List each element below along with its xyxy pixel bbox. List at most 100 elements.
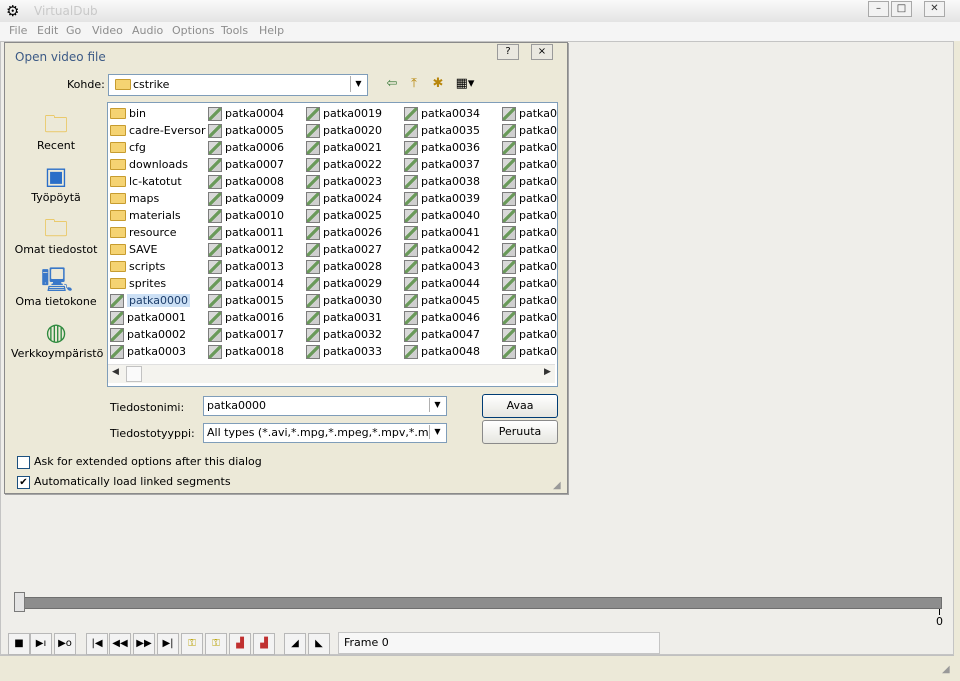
file-list[interactable]: bin cadre-Eversor cfg downloads lc-katotut ma…: [107, 102, 558, 387]
open-button[interactable]: Avaa: [482, 394, 558, 418]
lookin-combo[interactable]: cstrike ▼: [108, 74, 368, 96]
list-item[interactable]: lc-katotut: [108, 173, 206, 190]
list-item[interactable]: patka0015: [206, 292, 304, 309]
list-item[interactable]: downloads: [108, 156, 206, 173]
list-item[interactable]: patka0011: [206, 224, 304, 241]
list-item[interactable]: patka00: [500, 343, 557, 360]
list-item[interactable]: patka00: [500, 139, 557, 156]
linked-segments-checkbox[interactable]: ✔: [17, 476, 30, 489]
dialog-close-button[interactable]: ×: [531, 44, 553, 60]
list-item[interactable]: patka0021: [304, 139, 402, 156]
list-item[interactable]: patka0022: [304, 156, 402, 173]
place-network[interactable]: ◍ Verkkoympäristö: [11, 317, 103, 369]
list-item[interactable]: SAVE: [108, 241, 206, 258]
list-item[interactable]: patka0002: [108, 326, 206, 343]
list-item[interactable]: patka0003: [108, 343, 206, 360]
list-item[interactable]: patka0027: [304, 241, 402, 258]
list-item[interactable]: patka0023: [304, 173, 402, 190]
list-item[interactable]: patka0033: [304, 343, 402, 360]
list-item[interactable]: patka0010: [206, 207, 304, 224]
place-my-documents[interactable]: 🗀 Omat tiedostot: [11, 213, 101, 265]
minimize-button[interactable]: –: [868, 1, 889, 17]
scroll-left-icon[interactable]: ◀: [112, 367, 119, 377]
list-item[interactable]: patka0042: [402, 241, 500, 258]
close-button[interactable]: ✕: [924, 1, 945, 17]
list-item[interactable]: patka00: [500, 258, 557, 275]
chevron-down-icon[interactable]: ▼: [350, 76, 366, 92]
list-item[interactable]: patka00: [500, 122, 557, 139]
place-recent[interactable]: 🗀 Recent: [11, 109, 101, 161]
list-item[interactable]: patka0030: [304, 292, 402, 309]
dialog-help-button[interactable]: ?: [497, 44, 519, 60]
up-folder-icon[interactable]: ⤒: [405, 76, 423, 92]
list-item[interactable]: patka00: [500, 156, 557, 173]
list-item[interactable]: patka0047: [402, 326, 500, 343]
view-menu-icon[interactable]: ▦▾: [453, 76, 477, 92]
list-item[interactable]: patka0020: [304, 122, 402, 139]
back-icon[interactable]: ⇦: [383, 76, 401, 92]
resize-grip-icon[interactable]: ◢: [942, 664, 950, 675]
list-item[interactable]: patka0017: [206, 326, 304, 343]
next-scene-button[interactable]: ▟: [253, 633, 275, 655]
list-item[interactable]: patka0016: [206, 309, 304, 326]
list-item[interactable]: patka0037: [402, 156, 500, 173]
list-item[interactable]: patka00: [500, 224, 557, 241]
list-item[interactable]: patka0028: [304, 258, 402, 275]
list-item[interactable]: patka0012: [206, 241, 304, 258]
menu-go[interactable]: Go: [66, 24, 81, 37]
app-gear-icon[interactable]: ⚙: [6, 2, 19, 20]
list-item[interactable]: patka0000: [108, 292, 206, 309]
cancel-button[interactable]: Peruuta: [482, 420, 558, 444]
mark-in-button[interactable]: ◢: [284, 633, 306, 655]
scroll-right-icon[interactable]: ▶: [544, 367, 551, 377]
horizontal-scrollbar[interactable]: ◀ ▶: [108, 364, 555, 383]
list-item[interactable]: maps: [108, 190, 206, 207]
resize-grip-icon[interactable]: ◢: [553, 480, 561, 491]
list-item[interactable]: patka0001: [108, 309, 206, 326]
list-item[interactable]: patka00: [500, 309, 557, 326]
list-item[interactable]: patka00: [500, 241, 557, 258]
list-item[interactable]: patka00: [500, 173, 557, 190]
list-item[interactable]: bin: [108, 105, 206, 122]
list-item[interactable]: patka0014: [206, 275, 304, 292]
play-output-button[interactable]: ▶o: [54, 633, 76, 655]
list-item[interactable]: patka00: [500, 275, 557, 292]
list-item[interactable]: patka0019: [304, 105, 402, 122]
filetype-select[interactable]: All types (*.avi,*.mpg,*.mpeg,*.mpv,*.m1…: [203, 423, 447, 443]
place-my-computer[interactable]: 🖳 Oma tietokone: [11, 265, 101, 317]
list-item[interactable]: patka0009: [206, 190, 304, 207]
position-slider-thumb[interactable]: [14, 592, 25, 612]
step-forward-button[interactable]: ▶▶: [133, 633, 155, 655]
list-item[interactable]: patka0046: [402, 309, 500, 326]
list-item[interactable]: patka0018: [206, 343, 304, 360]
list-item[interactable]: patka0029: [304, 275, 402, 292]
list-item[interactable]: sprites: [108, 275, 206, 292]
list-item[interactable]: patka00: [500, 292, 557, 309]
list-item[interactable]: patka00: [500, 105, 557, 122]
list-item[interactable]: patka0041: [402, 224, 500, 241]
list-item[interactable]: patka0032: [304, 326, 402, 343]
list-item[interactable]: patka0025: [304, 207, 402, 224]
menu-file[interactable]: File: [9, 24, 27, 37]
menu-options[interactable]: Options: [172, 24, 214, 37]
scroll-thumb[interactable]: [126, 366, 142, 382]
menu-video[interactable]: Video: [92, 24, 123, 37]
filename-field[interactable]: patka0000 ▼: [203, 396, 447, 416]
list-item[interactable]: patka0039: [402, 190, 500, 207]
list-item[interactable]: patka0045: [402, 292, 500, 309]
chevron-down-icon[interactable]: ▼: [429, 425, 445, 439]
maximize-button[interactable]: □: [891, 1, 912, 17]
list-item[interactable]: patka0031: [304, 309, 402, 326]
list-item[interactable]: patka0048: [402, 343, 500, 360]
extended-options-checkbox[interactable]: [17, 456, 30, 469]
list-item[interactable]: cadre-Eversor: [108, 122, 206, 139]
list-item[interactable]: cfg: [108, 139, 206, 156]
list-item[interactable]: patka0005: [206, 122, 304, 139]
list-item[interactable]: patka0013: [206, 258, 304, 275]
chevron-down-icon[interactable]: ▼: [429, 398, 445, 412]
list-item[interactable]: patka0024: [304, 190, 402, 207]
go-end-button[interactable]: ▶|: [157, 633, 179, 655]
next-key-button[interactable]: ⚿: [205, 633, 227, 655]
step-back-button[interactable]: ◀◀: [109, 633, 131, 655]
menu-audio[interactable]: Audio: [132, 24, 163, 37]
